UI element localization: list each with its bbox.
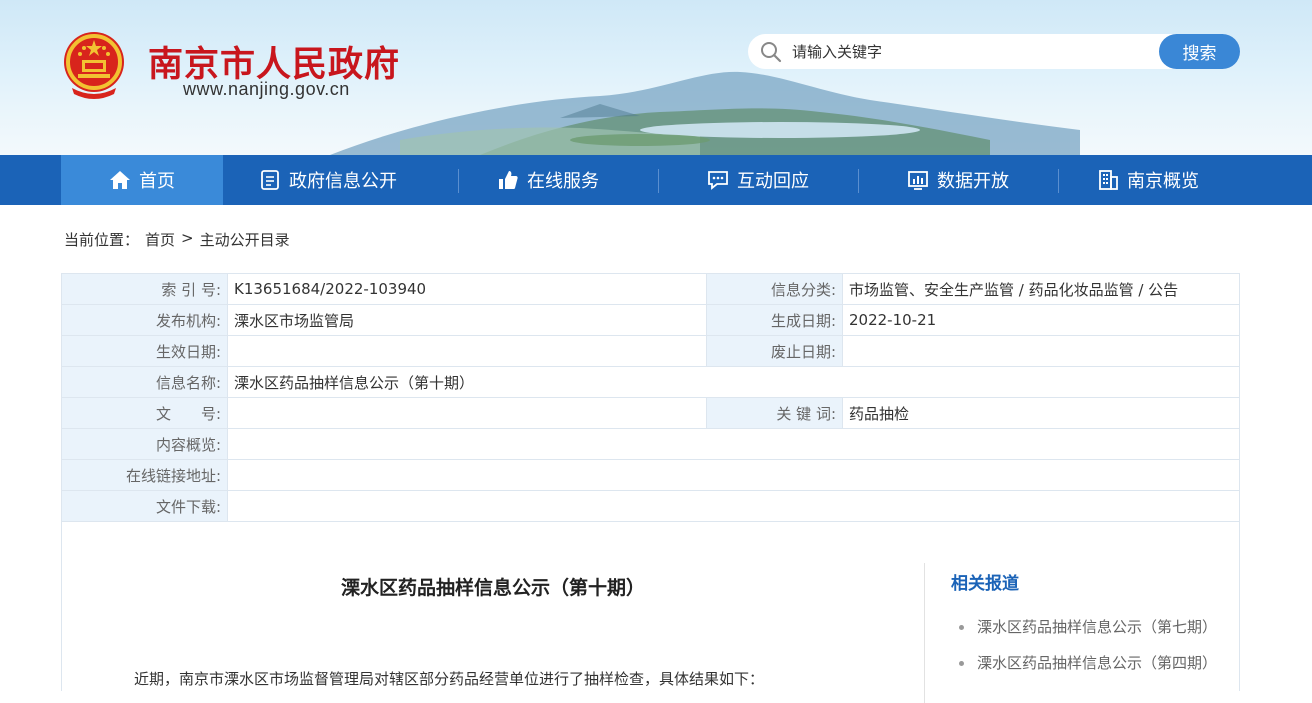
abolished-date-label: 废止日期: <box>706 335 843 367</box>
file-download-label: 文件下载: <box>61 490 228 522</box>
nav-divider <box>658 169 659 193</box>
publisher-value: 溧水区市场监管局 <box>227 304 707 336</box>
nav-item-interaction[interactable]: 互动回应 <box>668 155 848 205</box>
effective-date-value <box>227 335 707 367</box>
nav-item-nanjing-overview[interactable]: 南京概览 <box>1068 155 1228 205</box>
info-table: 索 引 号: K13651684/2022-103940 信息分类: 市场监管、… <box>61 273 1240 522</box>
document-icon <box>261 170 279 190</box>
search-button[interactable]: 搜索 <box>1159 34 1240 69</box>
nav-item-gov-info[interactable]: 政府信息公开 <box>233 155 423 205</box>
keywords-value: 药品抽检 <box>842 397 1240 429</box>
nav-divider <box>858 169 859 193</box>
related-item[interactable]: 溧水区药品抽样信息公示（第四期） <box>957 645 1217 681</box>
summary-label: 内容概览: <box>61 428 228 460</box>
nav-item-online-service[interactable]: 在线服务 <box>468 155 628 205</box>
created-date-label: 生成日期: <box>706 304 843 336</box>
nav-item-open-data[interactable]: 数据开放 <box>868 155 1048 205</box>
table-row: 发布机构: 溧水区市场监管局 生成日期: 2022-10-21 <box>61 304 1240 336</box>
nav-item-home[interactable]: 首页 <box>61 155 223 205</box>
article-intro: 近期，南京市溧水区市场监督管理局对辖区部分药品经营单位进行了抽样检查，具体结果如… <box>134 670 765 688</box>
related-title: 相关报道 <box>951 574 1019 594</box>
chart-icon <box>908 171 928 190</box>
search-box: 搜索 <box>748 34 1240 69</box>
doc-number-label: 文 号: <box>61 397 228 429</box>
table-row: 内容概览: <box>61 428 1240 460</box>
table-row: 在线链接地址: <box>61 459 1240 491</box>
search-input[interactable] <box>792 40 1152 64</box>
table-row: 索 引 号: K13651684/2022-103940 信息分类: 市场监管、… <box>61 273 1240 305</box>
abolished-date-value <box>842 335 1240 367</box>
nav-item-label: 互动回应 <box>737 171 809 192</box>
thumbs-up-icon <box>499 171 518 189</box>
keywords-label: 关 键 词: <box>706 397 843 429</box>
index-value: K13651684/2022-103940 <box>227 273 707 305</box>
online-link-label: 在线链接地址: <box>61 459 228 491</box>
category-label: 信息分类: <box>706 273 843 305</box>
table-row: 文件下载: <box>61 490 1240 522</box>
table-row: 信息名称: 溧水区药品抽样信息公示（第十期） <box>61 366 1240 398</box>
breadcrumb-current-link[interactable]: 主动公开目录 <box>200 229 290 250</box>
header-banner: 南京市人民政府 www.nanjing.gov.cn 搜索 <box>0 0 1312 155</box>
nav-item-label: 首页 <box>139 171 175 192</box>
nav-item-label: 南京概览 <box>1127 171 1199 192</box>
nav-divider <box>1058 169 1059 193</box>
publisher-label: 发布机构: <box>61 304 228 336</box>
info-name-label: 信息名称: <box>61 366 228 398</box>
search-icon <box>761 42 782 63</box>
doc-number-value <box>227 397 707 429</box>
file-download-value <box>227 490 1240 522</box>
home-icon <box>110 171 130 189</box>
related-list: 溧水区药品抽样信息公示（第七期） 溧水区药品抽样信息公示（第四期） <box>957 609 1217 681</box>
related-item[interactable]: 溧水区药品抽样信息公示（第七期） <box>957 609 1217 645</box>
main-nav: 首页 政府信息公开 在线服务 互动回应 数据开放 南京概览 <box>0 155 1312 205</box>
breadcrumb-prefix: 当前位置： <box>64 231 140 249</box>
index-label: 索 引 号: <box>61 273 228 305</box>
nav-divider <box>458 169 459 193</box>
site-url: www.nanjing.gov.cn <box>183 79 350 99</box>
breadcrumb-separator: > <box>181 229 194 247</box>
breadcrumb: 当前位置： 首页 > 主动公开目录 <box>64 229 290 250</box>
article-content: 溧水区药品抽样信息公示（第十期） 近期，南京市溧水区市场监督管理局对辖区部分药品… <box>61 521 1240 703</box>
national-emblem-icon <box>64 32 124 99</box>
nav-item-label: 在线服务 <box>527 171 599 192</box>
table-row: 生效日期: 废止日期: <box>61 335 1240 367</box>
chat-icon <box>708 171 728 190</box>
table-row: 文 号: 关 键 词: 药品抽检 <box>61 397 1240 429</box>
category-value: 市场监管、安全生产监管 / 药品化妆品监管 / 公告 <box>842 273 1240 305</box>
created-date-value: 2022-10-21 <box>842 304 1240 336</box>
article-title: 溧水区药品抽样信息公示（第十期） <box>340 577 645 599</box>
content-divider <box>924 563 925 703</box>
summary-value <box>227 428 1240 460</box>
effective-date-label: 生效日期: <box>61 335 228 367</box>
nav-item-label: 数据开放 <box>937 171 1009 192</box>
building-icon <box>1099 170 1118 190</box>
info-name-value: 溧水区药品抽样信息公示（第十期） <box>227 366 1240 398</box>
breadcrumb-home-link[interactable]: 首页 <box>145 229 175 250</box>
nav-item-label: 政府信息公开 <box>289 171 397 192</box>
online-link-value <box>227 459 1240 491</box>
